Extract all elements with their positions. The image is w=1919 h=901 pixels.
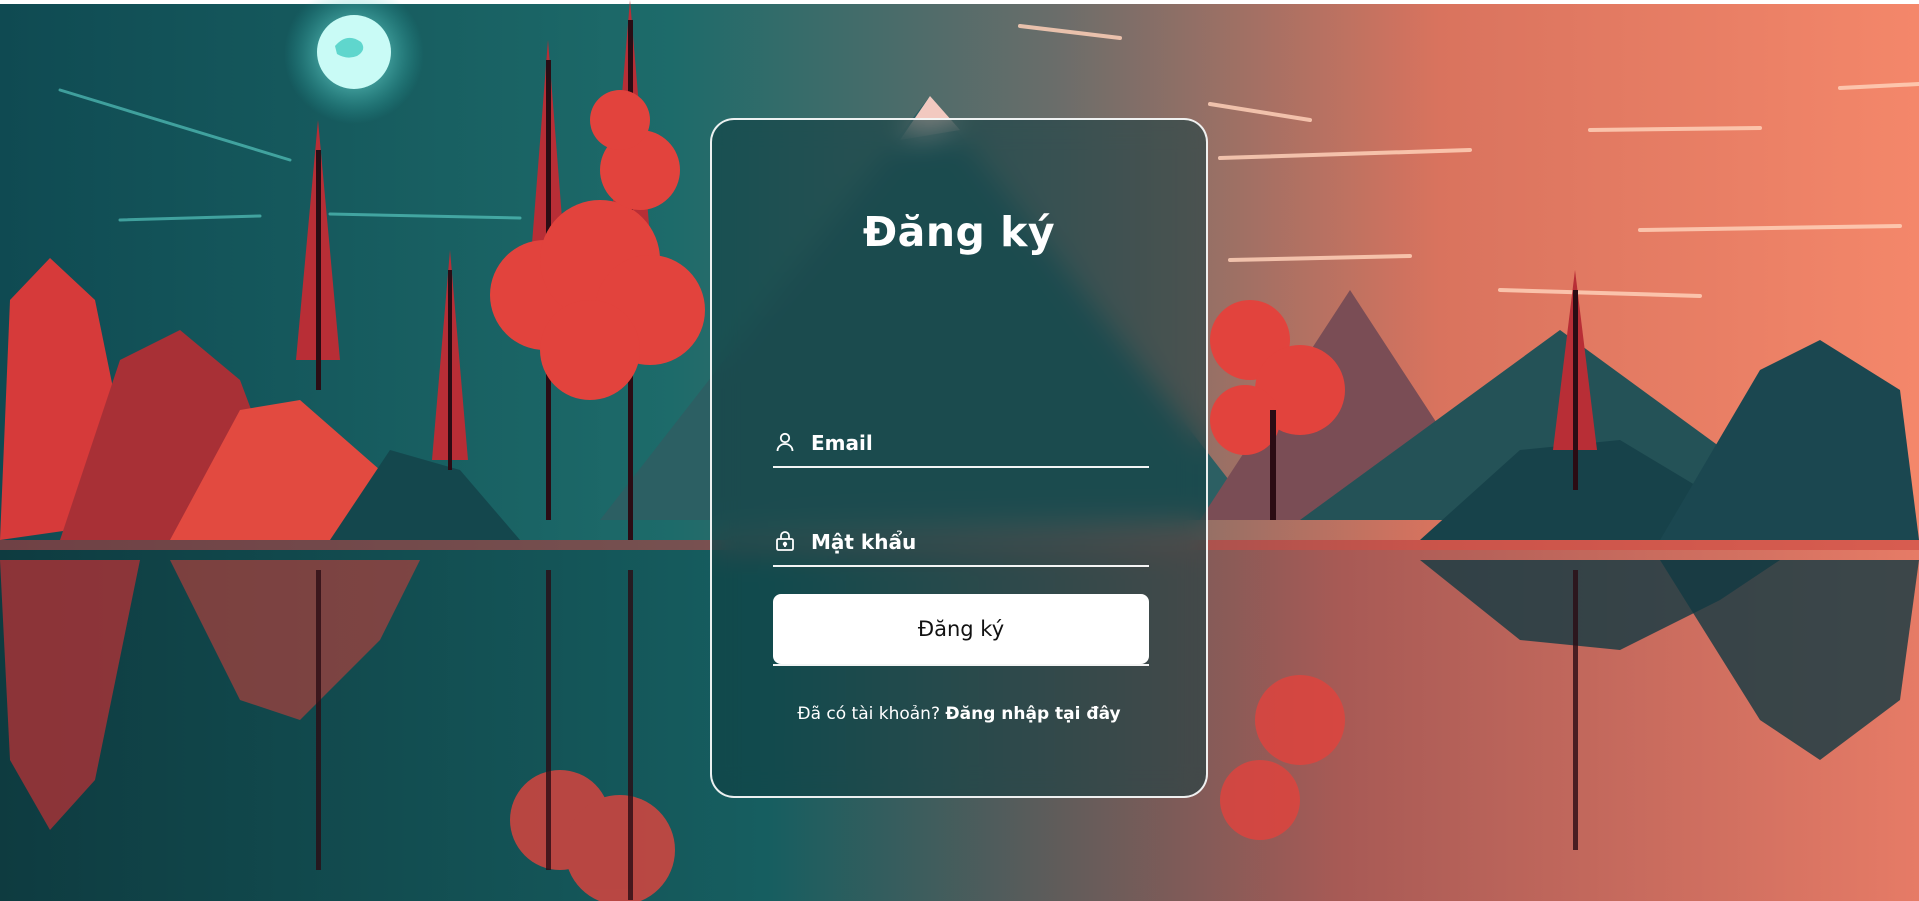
register-card: Đăng ký Đăng ký Đã có tài khoản? Đăng nh… [710,118,1208,798]
register-submit-button[interactable]: Đăng ký [773,594,1149,664]
lock-icon [776,531,794,551]
password-field [773,519,1149,567]
user-icon [776,432,794,452]
login-prompt-line: Đã có tài khoản? Đăng nhập tại đây [712,704,1206,724]
register-title: Đăng ký [862,208,1056,256]
login-prompt-text: Đã có tài khoản? [797,704,940,724]
email-input[interactable] [811,420,1141,466]
login-link[interactable]: Đăng nhập tại đây [945,704,1120,724]
password-input[interactable] [811,519,1141,565]
email-field [773,420,1149,468]
